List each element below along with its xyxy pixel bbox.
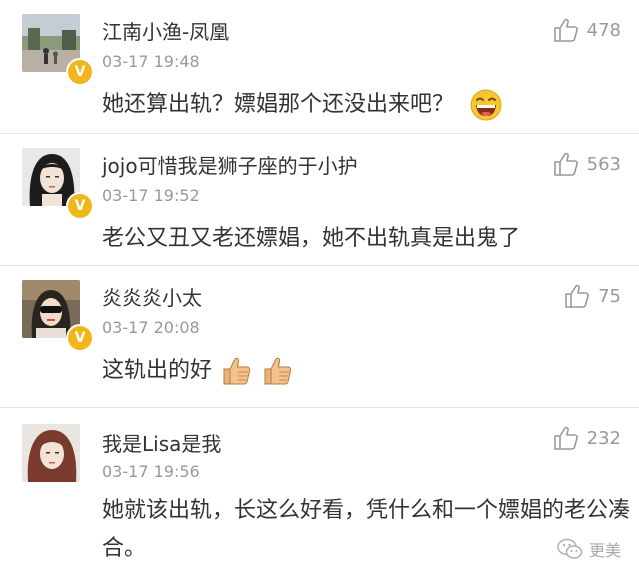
username[interactable]: 江南小渔-凤凰 xyxy=(102,16,229,45)
comment-text-body: 老公又丑又老还嫖娼，她不出轨真是出鬼了 xyxy=(102,226,521,251)
thumbs-up-icon xyxy=(264,357,292,385)
username[interactable]: jojo可惜我是狮子座的于小护 xyxy=(102,150,358,179)
comment-item: V 江南小渔-凤凰 03-17 19:48 478 她还算出轨？嫖娼那个还没出来… xyxy=(0,0,639,134)
like-button[interactable]: 232 xyxy=(553,426,621,450)
comment-item: 我是Lisa是我 03-17 19:56 232 她就该出轨，长这么好看，凭什么… xyxy=(0,408,639,575)
username[interactable]: 我是Lisa是我 xyxy=(102,428,221,457)
comment-item: V 炎炎炎小太 03-17 20:08 75 这轨出的好 xyxy=(0,266,639,408)
watermark: 更美 xyxy=(557,537,621,561)
comment-text-body: 这轨出的好 xyxy=(102,358,213,383)
comment-text: 她还算出轨？嫖娼那个还没出来吧？ xyxy=(102,86,612,124)
avatar-wrap[interactable]: V xyxy=(22,148,94,220)
verified-badge-icon: V xyxy=(66,192,94,220)
thumbs-up-icon xyxy=(223,357,251,385)
verified-badge-icon: V xyxy=(66,324,94,352)
verified-badge-icon: V xyxy=(66,58,94,86)
comment-text-body: 她还算出轨？嫖娼那个还没出来吧？ xyxy=(102,92,455,117)
comment-text: 这轨出的好 xyxy=(102,352,612,390)
timestamp: 03-17 19:56 xyxy=(102,462,200,481)
thumbs-up-outline-icon xyxy=(565,284,590,308)
avatar[interactable] xyxy=(22,424,80,482)
thumbs-up-outline-icon xyxy=(553,426,578,450)
avatar-wrap[interactable]: V xyxy=(22,280,94,352)
like-count: 478 xyxy=(586,19,621,41)
timestamp: 03-17 19:52 xyxy=(102,186,200,205)
avatar-wrap[interactable]: V xyxy=(22,14,94,86)
comment-item: V jojo可惜我是狮子座的于小护 03-17 19:52 563 老公又丑又老… xyxy=(0,134,639,266)
username[interactable]: 炎炎炎小太 xyxy=(102,282,202,311)
watermark-label: 更美 xyxy=(588,541,621,560)
laughing-face-icon xyxy=(470,89,502,121)
comment-text: 她就该出轨，长这么好看，凭什么和一个嫖娼的老公凑合。 xyxy=(102,492,632,568)
avatar-wrap[interactable] xyxy=(22,424,82,484)
thumbs-up-outline-icon xyxy=(553,152,578,176)
timestamp: 03-17 19:48 xyxy=(102,52,200,71)
like-button[interactable]: 563 xyxy=(553,152,621,176)
like-button[interactable]: 478 xyxy=(553,18,621,42)
timestamp: 03-17 20:08 xyxy=(102,318,200,337)
like-count: 75 xyxy=(598,285,621,307)
comment-text-body: 她就该出轨，长这么好看，凭什么和一个嫖娼的老公凑合。 xyxy=(102,498,631,561)
comment-feed: V 江南小渔-凤凰 03-17 19:48 478 她还算出轨？嫖娼那个还没出来… xyxy=(0,0,639,575)
thumbs-up-outline-icon xyxy=(553,18,578,42)
comment-text: 老公又丑又老还嫖娼，她不出轨真是出鬼了 xyxy=(102,220,612,258)
like-count: 232 xyxy=(586,427,621,449)
like-button[interactable]: 75 xyxy=(564,284,621,308)
wechat-icon xyxy=(557,538,583,559)
like-count: 563 xyxy=(586,153,621,175)
